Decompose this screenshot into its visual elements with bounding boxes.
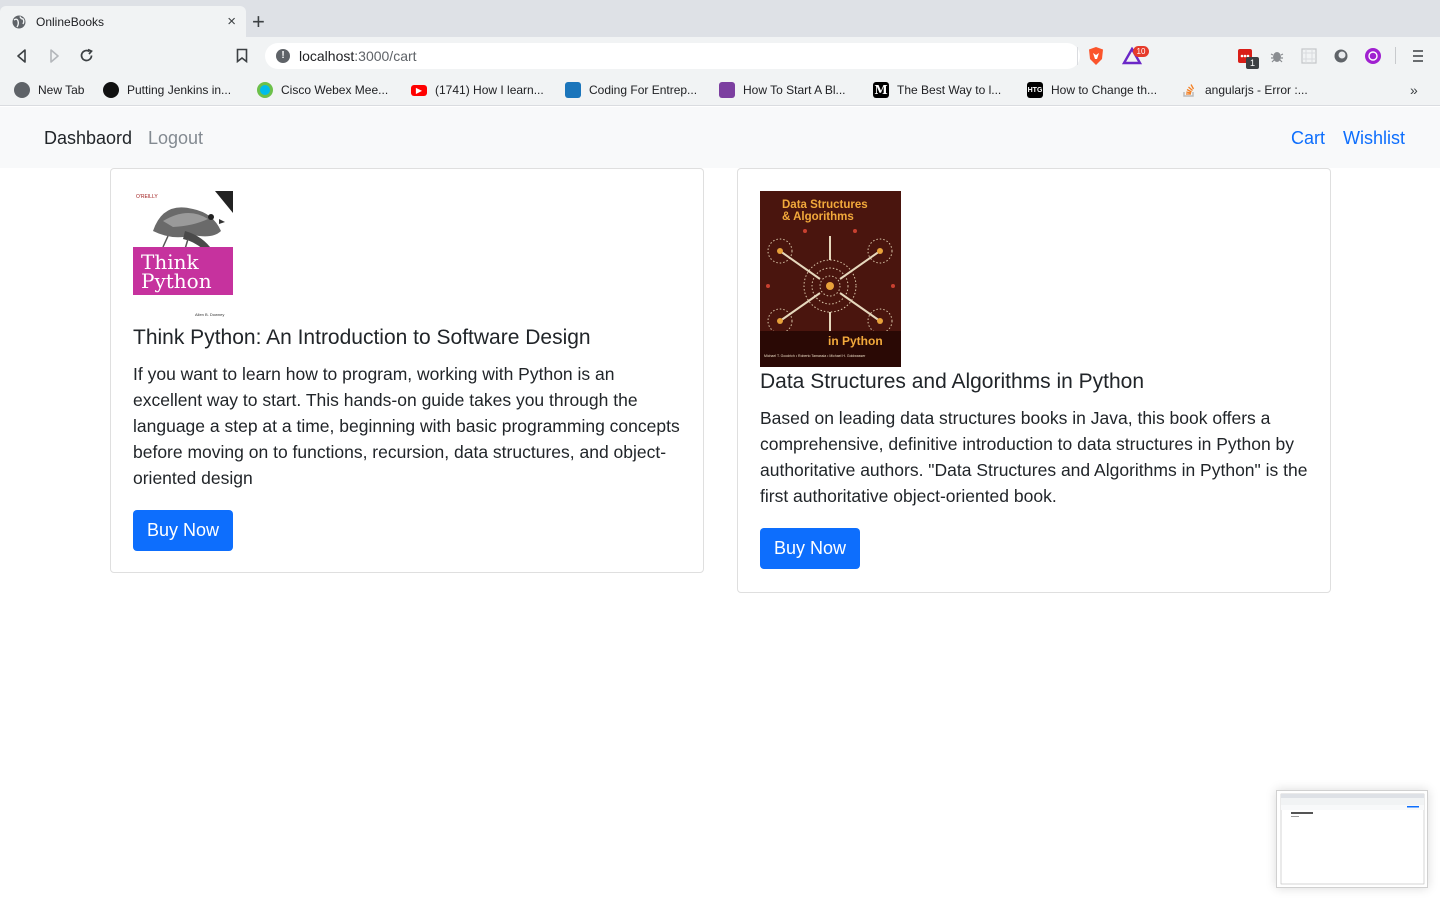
tab-title: OnlineBooks: [36, 14, 105, 29]
logout-link[interactable]: Logout: [148, 128, 203, 148]
aboriginal-art-illustration: Data Structures & Algorithms in Python M…: [760, 191, 901, 367]
site-info-icon[interactable]: !: [276, 49, 290, 63]
book-cover-image: O'REILLY Think Python Allen B. Downey: [133, 191, 233, 323]
cover-subtitle: in Python: [828, 334, 883, 348]
bookmark-label: How to Change th...: [1051, 83, 1158, 97]
bug-icon[interactable]: [1265, 37, 1289, 74]
book-description: Based on leading data structures books i…: [760, 408, 1308, 506]
cart-link[interactable]: Cart: [1291, 128, 1325, 148]
parrot-illustration: O'REILLY Think Python Allen B. Downey: [133, 191, 233, 323]
bookmark-site-icon: [565, 82, 581, 98]
bookmark-item[interactable]: ▶ (1741) How I learn...: [411, 74, 544, 106]
jenkins-icon: [103, 82, 119, 98]
omnibox-divider: [1077, 47, 1078, 65]
publisher-logo: O'REILLY: [136, 194, 158, 200]
bookmark-label: Coding For Entrep...: [589, 83, 698, 97]
url-host: localhost: [299, 48, 355, 64]
wishlist-link[interactable]: Wishlist: [1343, 128, 1405, 148]
brave-shield-icon[interactable]: [1084, 37, 1108, 74]
page-preview-image: [1280, 793, 1425, 885]
browser-tab[interactable]: OnlineBooks ×: [0, 6, 246, 37]
cover-title-line2: & Algorithms: [782, 211, 854, 223]
url-path: :3000/cart: [354, 48, 417, 64]
book-card: Data Structures & Algorithms in Python M…: [737, 168, 1331, 593]
bookmark-label: angularjs - Error :...: [1205, 83, 1308, 97]
stackoverflow-icon: [1183, 84, 1195, 97]
cover-authors: Michael T. Goodrich • Roberto Tamassia •…: [764, 354, 866, 358]
menu-icon[interactable]: [1406, 37, 1430, 74]
book-title: Think Python: An Introduction to Softwar…: [133, 326, 591, 349]
forward-icon[interactable]: [42, 37, 66, 74]
bookmark-item[interactable]: Putting Jenkins in...: [103, 74, 231, 106]
buy-now-button[interactable]: Buy Now: [133, 510, 234, 551]
bookmark-item[interactable]: How To Start A Bl...: [719, 74, 846, 106]
toolbar-divider: [1395, 47, 1396, 64]
tab-preview-thumbnail[interactable]: [1276, 790, 1428, 888]
book-description: If you want to learn how to program, wor…: [133, 364, 680, 488]
bookmarks-bar: New Tab Putting Jenkins in... Cisco Webe…: [0, 74, 1440, 106]
circle-extension-icon[interactable]: [1329, 37, 1353, 74]
back-icon[interactable]: [10, 37, 34, 74]
new-tab-button[interactable]: +: [252, 11, 265, 33]
webex-icon: [257, 82, 273, 98]
htg-icon: HTG: [1027, 82, 1043, 98]
bookmark-item[interactable]: HTG How to Change th...: [1027, 74, 1157, 106]
bookmark-item[interactable]: Coding For Entrep...: [565, 74, 697, 106]
buy-now-button[interactable]: Buy Now: [760, 528, 861, 569]
bookmark-item[interactable]: New Tab: [14, 74, 84, 106]
app-navbar: [0, 107, 1440, 168]
cover-title-line1: Data Structures: [782, 199, 868, 211]
book-cover-image: Data Structures & Algorithms in Python M…: [760, 191, 901, 367]
rewards-badge: 10: [1133, 46, 1149, 57]
url-text[interactable]: localhost:3000/cart: [299, 48, 417, 64]
globe-icon: [14, 82, 30, 98]
globe-icon: [12, 15, 26, 28]
bookmark-label: New Tab: [38, 83, 85, 97]
bookmark-item[interactable]: M The Best Way to l...: [873, 74, 1001, 106]
reload-icon[interactable]: [74, 37, 98, 74]
colorlib-icon: [719, 82, 735, 98]
bookmark-label: The Best Way to l...: [897, 83, 1002, 97]
browser-tabstrip: OnlineBooks × +: [0, 0, 1440, 37]
medium-icon: M: [873, 82, 889, 98]
profile-icon[interactable]: [1361, 37, 1385, 74]
cover-author: Allen B. Downey: [195, 312, 224, 317]
bookmark-icon[interactable]: [230, 37, 254, 74]
grid-extension-icon[interactable]: [1297, 37, 1321, 74]
bookmark-label: (1741) How I learn...: [435, 83, 544, 97]
bookmark-label: How To Start A Bl...: [743, 83, 846, 97]
bookmark-label: Putting Jenkins in...: [127, 83, 232, 97]
bookmark-item[interactable]: Cisco Webex Mee...: [257, 74, 388, 106]
navbar-brand[interactable]: Dashbaord: [44, 128, 132, 148]
book-card: O'REILLY Think Python Allen B. Downey Th…: [110, 168, 704, 573]
youtube-icon: ▶: [411, 84, 427, 96]
book-title: Data Structures and Algorithms in Python: [760, 370, 1145, 393]
cover-title-line2: Python: [141, 269, 212, 293]
bookmark-item[interactable]: angularjs - Error :...: [1181, 74, 1308, 106]
extension-counter: 1: [1246, 57, 1259, 69]
tab-close-icon[interactable]: ×: [227, 13, 236, 30]
bookmark-label: Cisco Webex Mee...: [281, 83, 389, 97]
bookmarks-overflow-icon[interactable]: »: [1410, 74, 1418, 106]
